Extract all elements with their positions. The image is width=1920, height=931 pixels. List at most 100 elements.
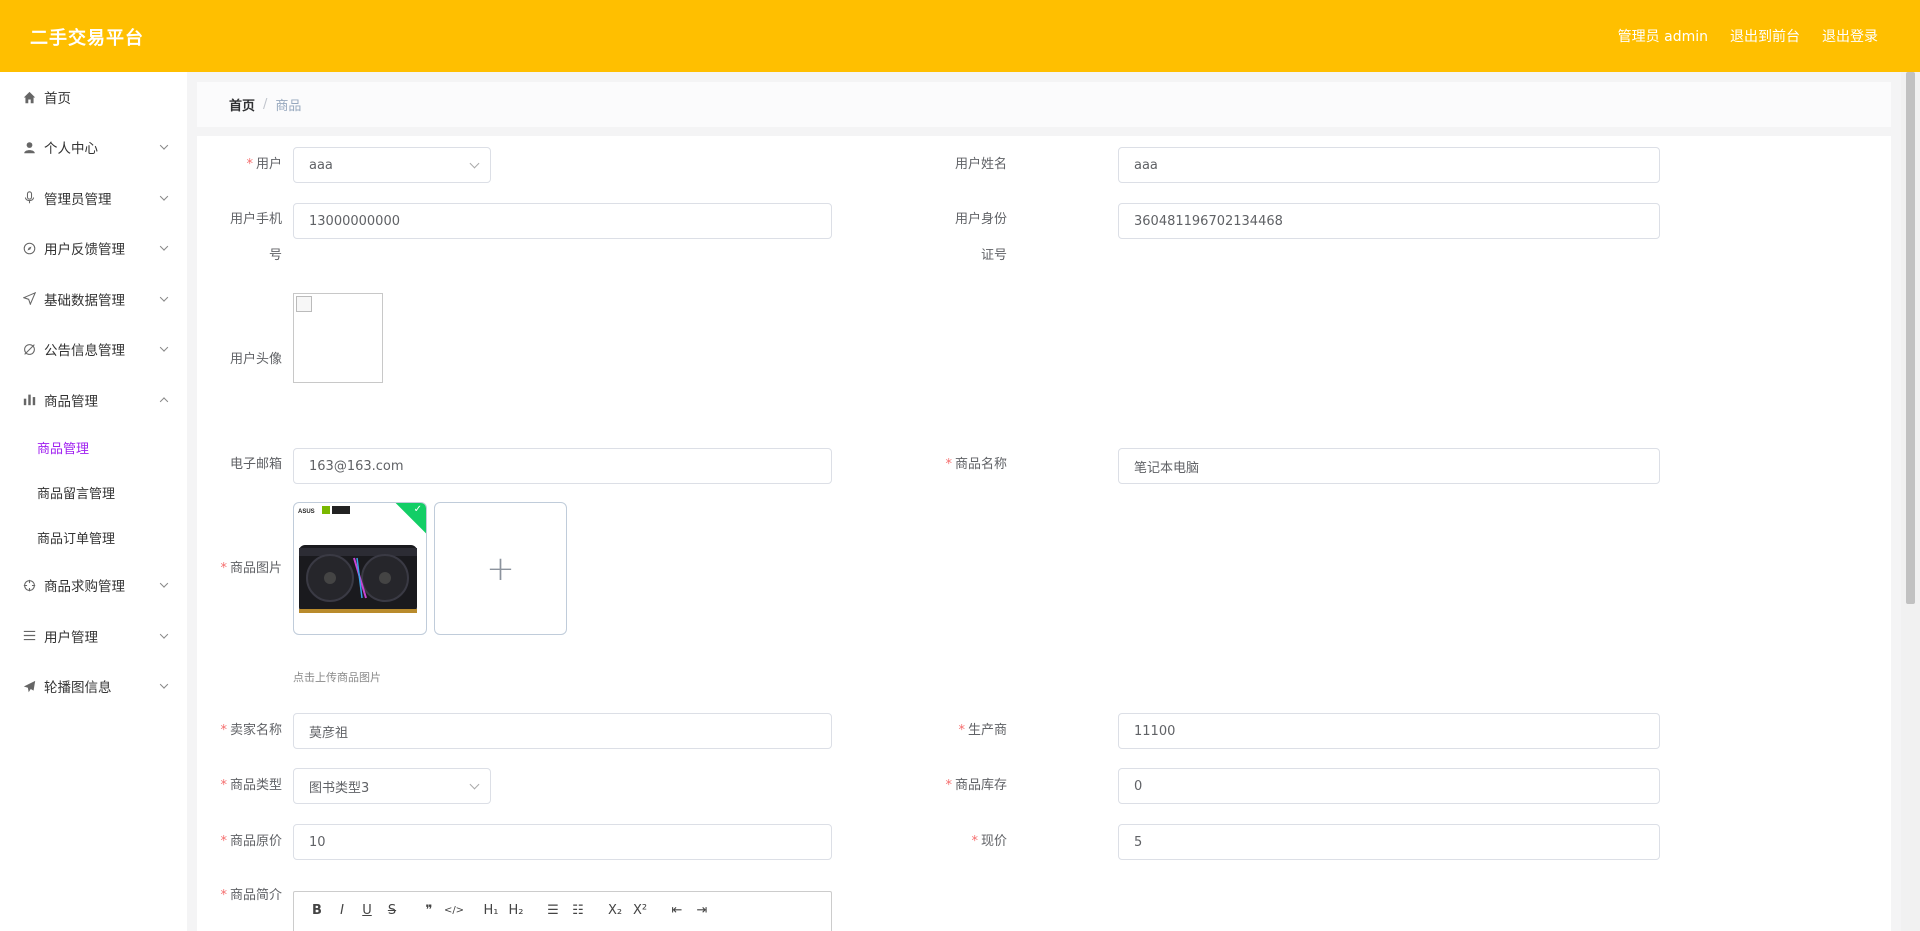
page-scrollbar[interactable]	[1901, 72, 1920, 931]
sidebar-item-basic-data-management[interactable]: 基础数据管理	[0, 274, 187, 325]
exit-to-front-link[interactable]: 退出到前台	[1730, 26, 1800, 46]
current-price-field[interactable]: 5	[1118, 824, 1660, 860]
sidebar-item-user-management[interactable]: 用户管理	[0, 611, 187, 662]
upload-tip: 点击上传商品图片	[293, 671, 381, 684]
bullet-list-button[interactable]: ☷	[569, 901, 587, 919]
submenu-item-goods-messages[interactable]: 商品留言管理	[0, 470, 187, 515]
chevron-down-icon	[159, 242, 169, 251]
sidebar-item-admin-management[interactable]: 管理员管理	[0, 173, 187, 224]
submenu-item-goods-management[interactable]: 商品管理	[0, 425, 187, 470]
paper-plane-icon	[22, 679, 36, 693]
goods-form: * 用户 aaa 用户姓名 aaa 用户手机 号 13000000000 用户身份…	[197, 136, 1891, 931]
avatar-image	[293, 293, 383, 383]
outdent-button[interactable]: ⇤	[668, 901, 686, 919]
email-label: 电子邮箱	[229, 457, 282, 472]
chevron-down-icon	[159, 579, 169, 588]
graphics-card-image: ASUS	[298, 506, 417, 613]
microphone-icon	[22, 191, 36, 205]
editor-toolbar: B I U S ❞ </> H₁ H₂ ☰ ☷ X₂ X² ⇤ ⇥	[308, 901, 718, 919]
compass-icon	[22, 241, 36, 255]
check-icon: ✓	[413, 504, 422, 515]
original-price-label: * 商品原价	[220, 834, 282, 849]
id-card-field[interactable]: 360481196702134468	[1118, 203, 1660, 239]
original-price-field[interactable]: 10	[293, 824, 832, 860]
chevron-down-icon	[469, 779, 480, 790]
goods-image-label: * 商品图片	[220, 561, 282, 576]
sidebar: 首页 个人中心 管理员管理 用户反馈管理 基础数据管理 公告信息管理 商品管理 …	[0, 72, 187, 931]
list-icon	[22, 629, 36, 643]
submenu-item-goods-orders[interactable]: 商品订单管理	[0, 515, 187, 560]
sidebar-item-label: 用户管理	[44, 629, 98, 646]
goods-type-select[interactable]: 图书类型3	[293, 768, 491, 804]
header1-button[interactable]: H₁	[482, 901, 500, 919]
admin-label: 管理员 admin	[1617, 29, 1708, 45]
phone-field[interactable]: 13000000000	[293, 203, 832, 239]
sidebar-item-label: 轮播图信息	[44, 680, 112, 697]
code-block-button[interactable]: </>	[444, 901, 464, 919]
chevron-up-icon	[159, 397, 169, 406]
underline-button[interactable]: U	[358, 901, 376, 919]
sidebar-item-label: 商品求购管理	[44, 579, 125, 596]
sidebar-item-carousel-info[interactable]: 轮播图信息	[0, 661, 187, 712]
id-card-label: 用户身份	[954, 212, 1007, 227]
user-label: * 用户	[246, 157, 282, 172]
blockquote-button[interactable]: ❞	[420, 901, 438, 919]
breadcrumb: 首页 / 商品	[197, 82, 1891, 127]
bold-button[interactable]: B	[308, 901, 326, 919]
bell-off-icon	[22, 342, 36, 356]
sidebar-item-label: 用户反馈管理	[44, 242, 125, 259]
current-price-label: * 现价	[971, 834, 1007, 849]
manufacturer-field[interactable]: 11100	[1118, 713, 1660, 749]
subscript-button[interactable]: X₂	[606, 901, 624, 919]
seller-label: * 卖家名称	[220, 723, 282, 738]
chevron-down-icon	[159, 192, 169, 201]
sidebar-item-label: 管理员管理	[44, 191, 112, 208]
sidebar-item-home[interactable]: 首页	[0, 72, 187, 122]
sidebar-item-goods-management[interactable]: 商品管理	[0, 375, 187, 426]
sidebar-item-purchase-request-management[interactable]: 商品求购管理	[0, 560, 187, 611]
superscript-button[interactable]: X²	[631, 901, 649, 919]
user-name-label: 用户姓名	[954, 157, 1007, 172]
phone-label: 用户手机	[229, 212, 282, 227]
phone-label-line2: 号	[268, 248, 282, 263]
chevron-down-icon	[159, 630, 169, 639]
top-header: 二手交易平台 管理员 admin 退出到前台 退出登录	[0, 0, 1920, 72]
strike-button[interactable]: S	[383, 901, 401, 919]
stock-field[interactable]: 0	[1118, 768, 1660, 804]
ordered-list-button[interactable]: ☰	[544, 901, 562, 919]
breadcrumb-separator: /	[263, 97, 268, 112]
chevron-down-icon	[159, 293, 169, 302]
email-field[interactable]: 163@163.com	[293, 448, 832, 484]
rich-text-editor[interactable]: B I U S ❞ </> H₁ H₂ ☰ ☷ X₂ X² ⇤ ⇥	[293, 891, 832, 931]
header2-button[interactable]: H₂	[507, 901, 525, 919]
scrollbar-thumb[interactable]	[1906, 72, 1915, 604]
send-icon	[22, 292, 36, 306]
broken-image-icon	[296, 296, 312, 312]
svg-text:ASUS: ASUS	[298, 509, 315, 515]
home-icon	[22, 90, 36, 104]
header-links: 管理员 admin 退出到前台 退出登录	[1618, 26, 1878, 46]
user-name-field[interactable]: aaa	[1118, 147, 1660, 183]
bar-chart-icon	[22, 393, 36, 407]
goods-image-thumbnail[interactable]: ✓ ASUS	[293, 502, 427, 635]
indent-button[interactable]: ⇥	[693, 901, 711, 919]
breadcrumb-current: 商品	[275, 99, 302, 114]
sidebar-item-label: 个人中心	[44, 141, 98, 158]
upload-add-button[interactable]: +	[434, 502, 567, 635]
sidebar-item-label: 首页	[44, 91, 71, 107]
sidebar-item-personal-center[interactable]: 个人中心	[0, 122, 187, 173]
chevron-down-icon	[469, 158, 480, 169]
brand-title: 二手交易平台	[30, 28, 144, 49]
logout-link[interactable]: 退出登录	[1822, 26, 1878, 46]
user-select[interactable]: aaa	[293, 147, 491, 183]
seller-field[interactable]: 莫彦祖	[293, 713, 832, 749]
sidebar-item-feedback-management[interactable]: 用户反馈管理	[0, 223, 187, 274]
plus-icon: +	[486, 548, 515, 589]
sidebar-item-label: 商品管理	[44, 393, 98, 410]
goods-type-label: * 商品类型	[220, 778, 282, 793]
italic-button[interactable]: I	[333, 901, 351, 919]
goods-name-field[interactable]: 笔记本电脑	[1118, 448, 1660, 484]
goods-name-label: * 商品名称	[945, 457, 1007, 472]
breadcrumb-home[interactable]: 首页	[229, 95, 255, 114]
sidebar-item-notice-management[interactable]: 公告信息管理	[0, 324, 187, 375]
